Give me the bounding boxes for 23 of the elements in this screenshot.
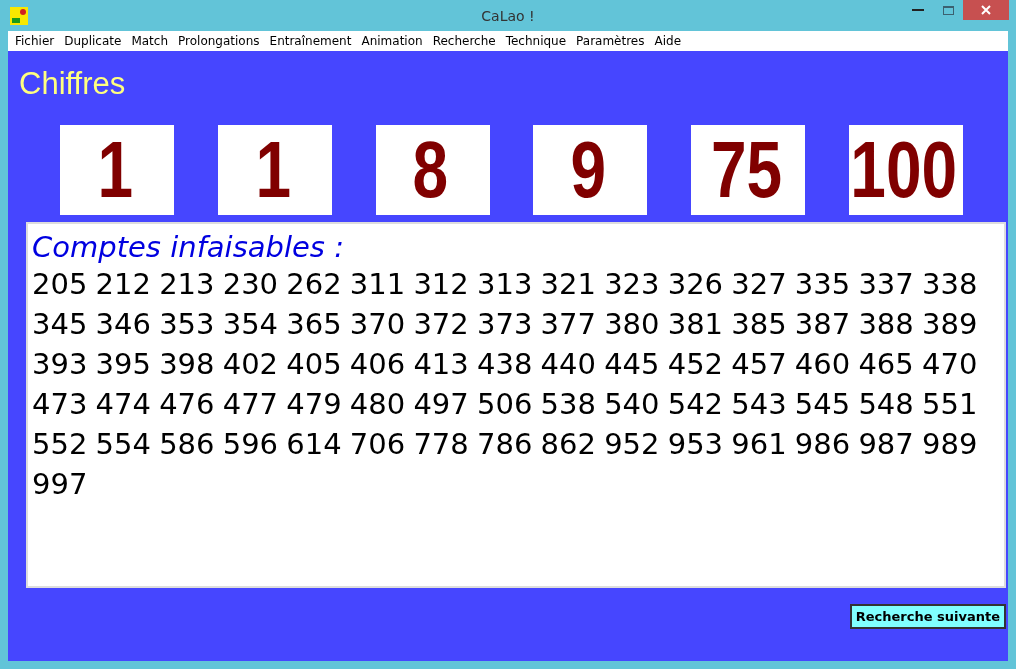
number-tile: 1 — [60, 125, 174, 215]
menu-item[interactable]: Technique — [500, 34, 572, 48]
number-tile: 8 — [375, 125, 490, 215]
menu-item[interactable]: Recherche — [427, 34, 501, 48]
number-tile: 9 — [533, 125, 648, 215]
menu-item[interactable]: Entraînement — [264, 34, 357, 48]
numbers-list: 205 212 213 230 262 311 312 313 321 323 326 327 335 337 338 345 346 353 354 365 370 372 373 377 380 381 385 387 388 389 393 395 398 402 405 406 413 438 440 445 452 457 460 465 470 473 474 476 477 479 480 497 506 538 540 542 543 545 548 551 552 554 586 596 614 706 778 786 862 952 953 961 986 987 989 997 — [32, 264, 1000, 504]
section-heading: Chiffres — [19, 66, 127, 103]
close-icon[interactable] — [963, 0, 1009, 20]
number-tile: 100 — [849, 125, 963, 215]
menu-item[interactable]: Animation — [356, 34, 428, 48]
menu-item[interactable]: Aide — [649, 34, 687, 48]
menu-item[interactable]: Fichier — [10, 34, 60, 48]
menu-item[interactable]: Paramètres — [571, 34, 650, 48]
menu-item[interactable]: Match — [126, 34, 173, 48]
app-logo-icon — [10, 6, 28, 25]
menu-item[interactable]: Prolongations — [173, 34, 265, 48]
window-title: CaLao ! — [481, 7, 535, 24]
number-tile: 75 — [691, 125, 806, 215]
next-search-button[interactable]: Recherche suivante — [849, 604, 1006, 629]
results-title: Comptes infaisables : — [32, 230, 345, 264]
menu-item[interactable]: Duplicate — [59, 34, 127, 48]
number-tile: 1 — [217, 125, 332, 215]
